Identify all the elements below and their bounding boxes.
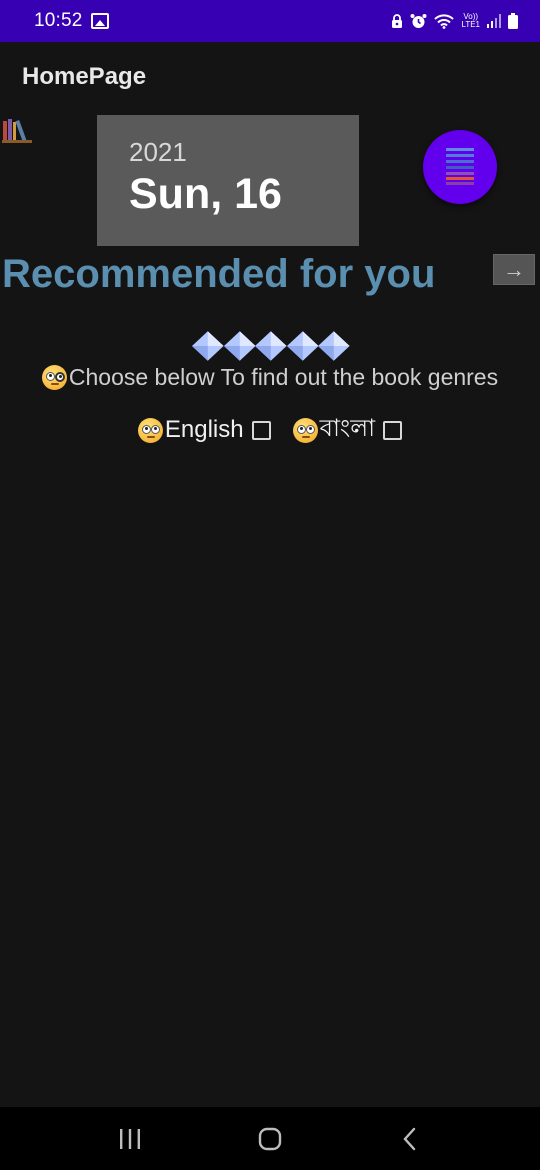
home-icon <box>258 1127 282 1150</box>
genre-prompt: Choose below To find out the book genres <box>0 364 540 391</box>
list-menu-icon <box>446 148 474 185</box>
lock-icon <box>392 13 403 28</box>
status-bar: 10:52 Vo)) LTE1 <box>0 0 540 42</box>
network-type-indicator: Vo)) LTE1 <box>461 13 480 29</box>
wifi-icon <box>434 13 455 29</box>
diamond-icon <box>223 331 256 361</box>
language-label-english: English <box>164 416 244 443</box>
english-checkbox[interactable] <box>251 420 271 440</box>
eye-roll-face-icon <box>137 417 163 443</box>
books-icon <box>2 119 32 143</box>
bangla-checkbox[interactable] <box>383 420 403 440</box>
page-title: HomePage <box>22 63 147 90</box>
back-button[interactable] <box>380 1114 440 1164</box>
next-arrow-button[interactable]: → <box>493 254 535 285</box>
back-icon <box>403 1127 416 1150</box>
language-option-english[interactable]: English <box>137 410 271 450</box>
status-icons: Vo)) LTE1 <box>391 13 518 29</box>
recommended-title: Recommended for you <box>2 252 436 296</box>
signal-icon <box>487 14 501 28</box>
monocle-face-icon <box>41 365 67 390</box>
menu-fab-button[interactable] <box>423 130 497 204</box>
diamond-icon <box>318 331 350 361</box>
language-options: English বাংলা <box>0 410 540 450</box>
gallery-notification-icon <box>90 13 109 29</box>
language-option-bangla[interactable]: বাংলা <box>292 410 403 450</box>
diamond-icon <box>286 331 319 361</box>
lte-label: LTE1 <box>461 20 480 29</box>
recent-apps-button[interactable] <box>100 1114 160 1164</box>
diamond-icon <box>192 331 224 361</box>
date-year: 2021 <box>129 137 187 167</box>
navigation-bar <box>0 1107 540 1170</box>
alarm-icon <box>410 14 427 28</box>
date-card: 2021 Sun, 16 <box>97 115 359 246</box>
date-day: Sun, 16 <box>129 170 282 218</box>
status-time: 10:52 <box>34 10 83 31</box>
home-button[interactable] <box>240 1114 300 1164</box>
diamond-decoration <box>192 331 350 361</box>
recent-apps-icon <box>120 1128 140 1149</box>
genre-prompt-text: Choose below To find out the book genres <box>68 364 499 390</box>
language-label-bangla: বাংলা <box>319 415 376 442</box>
diamond-icon <box>255 331 287 361</box>
eye-roll-face-icon <box>292 417 318 443</box>
battery-icon <box>508 13 518 29</box>
